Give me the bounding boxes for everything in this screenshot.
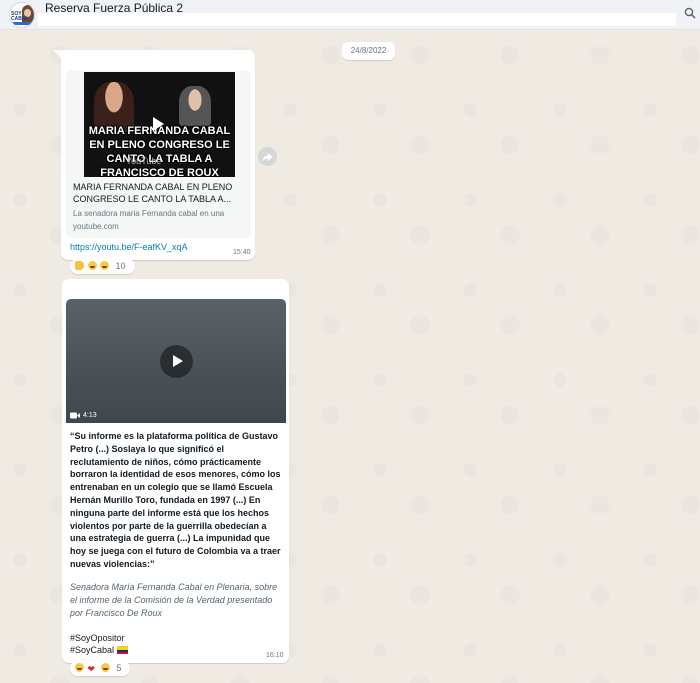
video-duration: 4:13 — [83, 412, 97, 419]
link-preview-description: La senadora maria Fernanda cabal en una — [73, 209, 225, 218]
youtube-watermark: YouTube — [126, 156, 162, 166]
search-input[interactable] — [38, 13, 676, 26]
chat-header: SOY CABAL Reserva Fuerza Pública 2 — [0, 0, 700, 30]
reactions-bar[interactable]: ❤ 5 — [70, 661, 130, 676]
video-play-button[interactable] — [160, 345, 193, 378]
message-time: 16:10 — [266, 652, 284, 659]
link-preview-title[interactable]: MARIA FERNANDA CABAL EN PLENO CONGRESO L… — [73, 181, 245, 205]
forward-button[interactable] — [258, 147, 277, 166]
grinning-emoji-icon — [101, 663, 111, 672]
avatar-text: SOY CABAL — [11, 11, 29, 22]
video-camera-icon — [70, 412, 80, 419]
date-chip: 24/8/2022 — [342, 42, 395, 60]
laughing-emoji-icon — [75, 663, 84, 672]
search-icon[interactable] — [684, 7, 696, 19]
laughing-emoji-icon — [87, 261, 97, 270]
reaction-count: 10 — [115, 261, 126, 271]
hashtag-opositor[interactable]: #SoyOpositor — [70, 632, 125, 644]
thumbs-up-emoji-icon — [75, 261, 84, 270]
hashtag-cabal[interactable]: #SoyCabal — [70, 645, 114, 655]
heart-emoji-icon: ❤ — [87, 664, 96, 674]
message-time: 15:40 — [233, 249, 251, 256]
thumbnail-caption: MARIA FERNANDA CABAL EN PLENO CONGRESO L… — [88, 125, 231, 177]
reaction-count: 5 — [116, 663, 122, 673]
thumbnail-person-right — [179, 86, 211, 126]
message-link[interactable]: https://youtu.be/F-eafKV_xqA — [70, 242, 188, 252]
link-preview-domain: youtube.com — [73, 222, 119, 231]
avatar-bar — [13, 22, 33, 25]
hashtag-cabal-row: #SoyCabal — [70, 644, 129, 656]
colombia-flag-icon — [117, 646, 129, 654]
reactions-bar[interactable]: 10 — [70, 259, 135, 274]
group-avatar[interactable]: SOY CABAL — [9, 2, 35, 28]
message-text: “Su informe es la plataforma política de… — [70, 431, 281, 569]
forward-icon — [262, 152, 273, 161]
grinning-emoji-icon — [100, 261, 110, 270]
message-attribution: Senadora María Fernanda Cabal en Plenari… — [70, 582, 278, 618]
play-icon — [153, 117, 164, 131]
